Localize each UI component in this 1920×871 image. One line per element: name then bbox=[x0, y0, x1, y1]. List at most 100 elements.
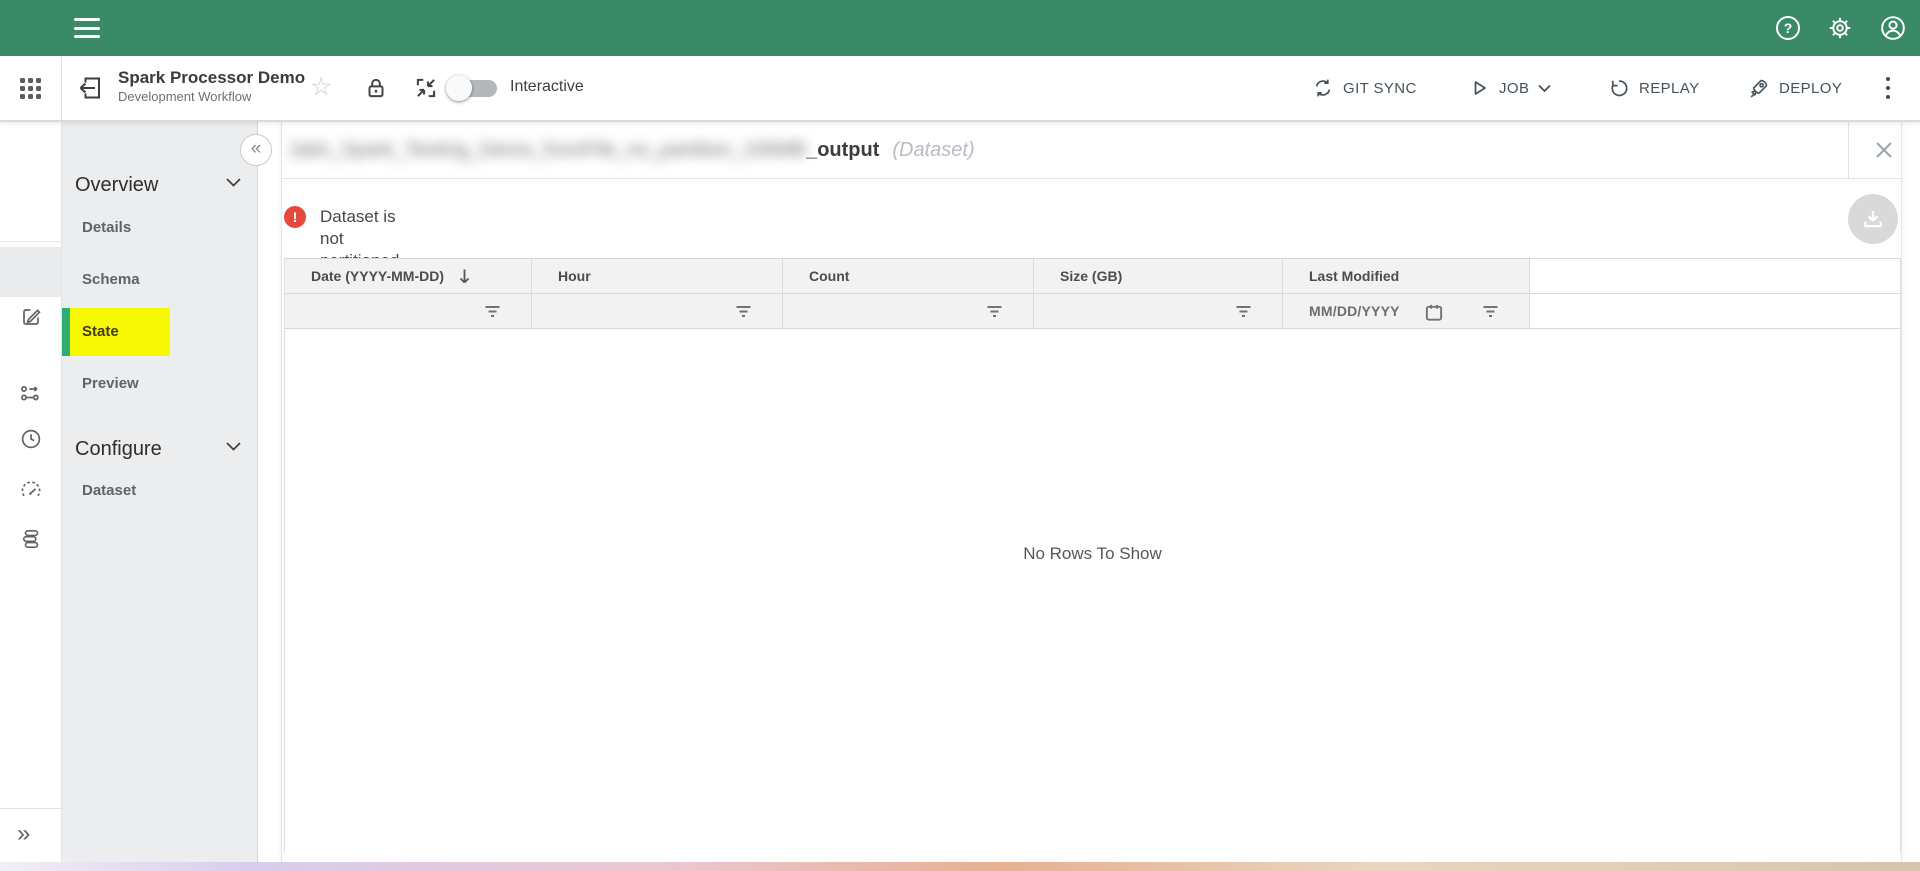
filter-cell-size[interactable] bbox=[1034, 294, 1283, 329]
workflow-title: Spark Processor Demo bbox=[118, 67, 305, 88]
expand-rail-icon[interactable]: » bbox=[17, 820, 30, 848]
more-options-kebab-icon[interactable] bbox=[1881, 75, 1895, 101]
title-row-divider bbox=[1848, 122, 1849, 179]
dataset-detail-panel: Jatin_Spark_Testing_Demo_fromFile_no_par… bbox=[281, 122, 1902, 862]
workflow-title-block: Spark Processor Demo Development Workflo… bbox=[118, 67, 305, 105]
column-header-size[interactable]: Size (GB) bbox=[1034, 259, 1283, 294]
help-icon[interactable]: ? bbox=[1776, 16, 1800, 40]
chevron-down-icon[interactable] bbox=[226, 178, 241, 187]
column-header-count[interactable]: Count bbox=[783, 259, 1034, 294]
collapse-view-icon[interactable] bbox=[413, 75, 439, 101]
main-area: » Overview Details Schema State Preview … bbox=[0, 122, 1920, 862]
history-clock-icon[interactable] bbox=[19, 427, 43, 451]
bottom-accent-bar bbox=[0, 862, 1920, 871]
chevron-down-icon bbox=[1538, 84, 1551, 93]
interactive-label: Interactive bbox=[510, 78, 584, 96]
gauge-monitor-icon[interactable] bbox=[19, 479, 43, 503]
nav-item-state[interactable]: State bbox=[82, 322, 119, 342]
app-header-actions: ? bbox=[1776, 0, 1920, 56]
dataset-type-label: (Dataset) bbox=[892, 139, 974, 162]
detail-nav-panel: Overview Details Schema State Preview Co… bbox=[62, 122, 258, 862]
datasets-layers-icon[interactable] bbox=[19, 527, 43, 551]
app-window: ? bbox=[0, 0, 1920, 871]
deploy-button[interactable]: DEPLOY bbox=[1748, 56, 1842, 120]
job-label: JOB bbox=[1499, 80, 1529, 97]
git-sync-label: GIT SYNC bbox=[1343, 80, 1417, 97]
exit-workflow-icon[interactable] bbox=[72, 71, 106, 105]
dataset-name-redacted: Jatin_Spark_Testing_Demo_fromFile_no_par… bbox=[288, 139, 806, 162]
nav-item-details[interactable]: Details bbox=[82, 218, 131, 238]
state-table: Date (YYYY-MM-DD) Hour Count Size (GB) bbox=[284, 258, 1901, 853]
app-grid-cell bbox=[0, 56, 62, 120]
rail-divider bbox=[0, 241, 62, 242]
filter-icon[interactable] bbox=[985, 302, 1004, 321]
workflow-pipeline-icon[interactable] bbox=[19, 382, 43, 406]
active-item-accent-bar bbox=[62, 308, 70, 356]
date-filter-input[interactable]: MM/DD/YYYY bbox=[1309, 303, 1400, 319]
rocket-icon bbox=[1748, 77, 1770, 99]
replay-button[interactable]: REPLAY bbox=[1608, 56, 1699, 120]
interactive-toggle[interactable] bbox=[446, 74, 498, 102]
filter-icon[interactable] bbox=[483, 302, 502, 321]
filter-icon[interactable] bbox=[734, 302, 753, 321]
deploy-label: DEPLOY bbox=[1779, 80, 1842, 97]
app-launcher-icon[interactable] bbox=[20, 78, 41, 99]
replay-icon bbox=[1608, 77, 1630, 99]
job-button[interactable]: JOB bbox=[1468, 56, 1551, 120]
dataset-name-suffix: _output bbox=[806, 139, 879, 162]
calendar-icon[interactable] bbox=[1424, 302, 1444, 323]
error-mark: ! bbox=[293, 209, 298, 225]
lock-icon[interactable] bbox=[363, 75, 389, 101]
column-header-hour[interactable]: Hour bbox=[532, 259, 783, 294]
chevron-down-icon[interactable] bbox=[226, 442, 241, 451]
column-header-empty bbox=[1530, 259, 1900, 294]
edit-compose-icon[interactable] bbox=[19, 305, 43, 329]
favorite-star-icon[interactable]: ☆ bbox=[310, 73, 332, 101]
git-sync-button[interactable]: GIT SYNC bbox=[1312, 56, 1417, 120]
filter-icon[interactable] bbox=[1234, 302, 1253, 321]
nav-item-dataset[interactable]: Dataset bbox=[82, 481, 136, 501]
download-icon bbox=[1861, 207, 1885, 231]
filter-cell-hour[interactable] bbox=[532, 294, 783, 329]
play-icon bbox=[1468, 77, 1490, 99]
close-icon bbox=[1875, 141, 1893, 159]
nav-section-overview[interactable]: Overview bbox=[75, 172, 158, 198]
replay-label: REPLAY bbox=[1639, 80, 1699, 97]
rail-active-item-background bbox=[0, 247, 61, 297]
table-filter-row: MM/DD/YYYY bbox=[285, 294, 1900, 329]
close-panel-button[interactable] bbox=[1868, 134, 1900, 166]
rail-divider bbox=[0, 808, 62, 809]
column-header-label: Hour bbox=[558, 268, 591, 284]
filter-cell-date[interactable] bbox=[285, 294, 532, 329]
error-icon: ! bbox=[284, 206, 306, 228]
filter-cell-count[interactable] bbox=[783, 294, 1034, 329]
panel-title-row: Jatin_Spark_Testing_Demo_fromFile_no_par… bbox=[282, 122, 1903, 179]
hamburger-menu-icon[interactable] bbox=[74, 18, 100, 38]
account-icon[interactable] bbox=[1880, 15, 1906, 41]
empty-table-message: No Rows To Show bbox=[285, 544, 1900, 564]
column-header-label: Date (YYYY-MM-DD) bbox=[311, 268, 444, 284]
app-header: ? bbox=[0, 0, 1920, 56]
column-header-label: Last Modified bbox=[1309, 268, 1399, 284]
column-header-last-modified[interactable]: Last Modified bbox=[1283, 259, 1530, 294]
left-icon-rail: » bbox=[0, 122, 62, 862]
nav-item-schema[interactable]: Schema bbox=[82, 270, 140, 290]
column-header-label: Size (GB) bbox=[1060, 268, 1122, 284]
table-header-row: Date (YYYY-MM-DD) Hour Count Size (GB) bbox=[285, 259, 1900, 294]
nav-section-configure[interactable]: Configure bbox=[75, 436, 162, 462]
filter-cell-empty bbox=[1530, 294, 1900, 329]
workflow-subtitle: Development Workflow bbox=[118, 88, 305, 105]
column-header-date[interactable]: Date (YYYY-MM-DD) bbox=[285, 259, 532, 294]
collapse-panel-button[interactable]: « bbox=[240, 134, 272, 166]
column-header-label: Count bbox=[809, 268, 849, 284]
download-button[interactable] bbox=[1848, 194, 1898, 244]
sync-icon bbox=[1312, 77, 1334, 99]
table-body: No Rows To Show bbox=[285, 329, 1900, 854]
help-glyph: ? bbox=[1784, 20, 1793, 36]
nav-item-preview[interactable]: Preview bbox=[82, 374, 139, 394]
workflow-toolbar: Spark Processor Demo Development Workflo… bbox=[0, 56, 1920, 122]
filter-icon[interactable] bbox=[1481, 302, 1500, 321]
toggle-knob bbox=[446, 75, 472, 101]
filter-cell-last-modified[interactable]: MM/DD/YYYY bbox=[1283, 294, 1530, 329]
settings-gear-icon[interactable] bbox=[1827, 15, 1853, 41]
